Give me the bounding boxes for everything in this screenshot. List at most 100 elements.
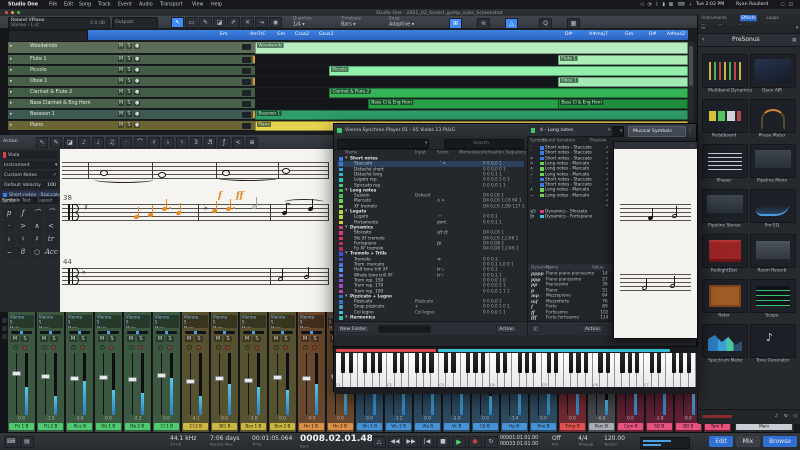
menu-item-track[interactable]: Track: [98, 2, 111, 8]
black-key[interactable]: [393, 353, 397, 373]
plugin-tile-redlightdist[interactable]: RedlightDist: [702, 234, 748, 275]
black-key[interactable]: [679, 353, 683, 373]
channel-label[interactable]: Bsn 1 B: [241, 423, 266, 430]
track-header-woodwinds[interactable]: ▸WoodwindsMS●: [8, 42, 255, 54]
score-action-dropdown[interactable]: Action: [3, 138, 18, 143]
channel-label[interactable]: Flt 1 B: [9, 423, 34, 430]
score-symbol-8[interactable]: 8: [17, 247, 29, 258]
clip-lane-oboe-1[interactable]: Oboe 1: [255, 77, 688, 87]
spotlight-icon[interactable]: ○: [781, 2, 785, 8]
mute-button[interactable]: M: [118, 123, 124, 128]
clip-lane-piccolo[interactable]: Piccolo: [255, 66, 688, 76]
mute-button[interactable]: M: [118, 68, 124, 73]
pointer-icon[interactable]: ↖: [36, 137, 48, 148]
plugin-thumbnail[interactable]: [702, 99, 748, 133]
collapse-caret-icon[interactable]: ▸: [10, 111, 12, 116]
monitor-knob[interactable]: [42, 345, 47, 350]
musical-symbols-button[interactable]: Musical Symbols: [628, 126, 686, 137]
column-header-name[interactable]: Name: [345, 150, 357, 155]
black-key[interactable]: [481, 353, 485, 373]
range-tool-icon[interactable]: ▭: [185, 17, 198, 28]
fader-handle[interactable]: [244, 378, 253, 383]
pan-thumb[interactable]: [20, 331, 23, 334]
plugin-tile-phaser[interactable]: Phaser: [702, 144, 748, 185]
black-key[interactable]: [576, 353, 580, 373]
pan-control[interactable]: [11, 331, 32, 334]
record-knob[interactable]: [225, 345, 230, 350]
musical-symbols-window-header[interactable]: ⋮: [614, 142, 697, 149]
browser-tab-loops[interactable]: Loops: [765, 15, 780, 21]
score-symbol--[interactable]: <: [45, 221, 57, 232]
channel-label[interactable]: Tam B: [705, 423, 730, 430]
black-key[interactable]: [547, 353, 551, 373]
solo-button[interactable]: S: [126, 90, 132, 95]
mute-button[interactable]: M: [40, 336, 48, 342]
filter-list-icon[interactable]: ≔: [701, 25, 706, 30]
plugin-thumbnail[interactable]: [750, 324, 796, 358]
insert-slot[interactable]: Vienna SMain: [96, 315, 121, 328]
plugin-tile-open-air[interactable]: Open AIR: [750, 54, 796, 95]
caret-down-icon[interactable]: ▾: [345, 250, 348, 256]
audio-clip[interactable]: Bass Cl & Eng Horn: [558, 99, 688, 109]
time-display[interactable]: 00:01:05.064: [252, 435, 292, 442]
monitor-knob[interactable]: [274, 345, 279, 350]
half-note-icon[interactable]: ♫: [106, 137, 118, 148]
clip-lane-bassoon-1[interactable]: Bassoon 1: [255, 110, 688, 120]
velocity-row[interactable]: Default Velocity 100: [2, 181, 58, 189]
black-key[interactable]: [598, 353, 602, 373]
clip-lane-clarinet-flute-2[interactable]: Clarinet & Flute 2: [255, 88, 688, 98]
pan-thumb[interactable]: [281, 331, 284, 334]
preview-loop-icon[interactable]: ↻: [784, 413, 788, 418]
mixer-strip-bcl-b[interactable]: Vienna SMainMS0.0BCl B: [211, 312, 239, 432]
channel-label[interactable]: BCl B: [212, 423, 237, 430]
solo-button[interactable]: S: [126, 101, 132, 106]
solo-button[interactable]: S: [126, 57, 132, 62]
caret-down-icon[interactable]: ▾: [345, 224, 348, 230]
monitor-button[interactable]: ●: [134, 68, 140, 73]
mute-button[interactable]: M: [118, 90, 124, 95]
tab-symbols[interactable]: Symbols: [2, 198, 15, 203]
record-knob[interactable]: [138, 345, 143, 350]
insert-slot[interactable]: Vienna SMain: [183, 315, 208, 328]
control-center-icon[interactable]: ◫: [789, 2, 794, 8]
plugin-tile-pedalboard[interactable]: Pedalboard: [702, 99, 748, 140]
mute-button[interactable]: M: [214, 336, 222, 342]
black-key[interactable]: [569, 353, 573, 373]
monitor-knob[interactable]: [71, 345, 76, 350]
monitor-button[interactable]: ●: [134, 101, 140, 106]
pan-control[interactable]: [185, 331, 206, 334]
pan-control[interactable]: [243, 331, 264, 334]
keyswitch-row[interactable]: fpDynamics - Fortepiano: [528, 214, 612, 219]
channel-label[interactable]: Perc B: [589, 423, 614, 430]
pan-thumb[interactable]: [165, 331, 168, 334]
menu-item-transport[interactable]: Transport: [160, 2, 183, 8]
dynamics-icon[interactable]: ƒ: [218, 137, 230, 148]
plugin-tile-pipeline-stereo[interactable]: Pipeline Stereo: [702, 189, 748, 230]
download-icon[interactable]: ⇣: [689, 2, 693, 8]
channel-label[interactable]: Cb B: [473, 423, 498, 430]
split-tool-icon[interactable]: ✎: [199, 17, 212, 28]
insert-slot[interactable]: Vienna SMain: [212, 315, 237, 328]
pan-thumb[interactable]: [107, 331, 110, 334]
bend-tool-icon[interactable]: ↝: [255, 17, 268, 28]
pan-control[interactable]: [40, 331, 61, 334]
pencil-icon[interactable]: ✎: [50, 137, 62, 148]
record-knob[interactable]: [254, 345, 259, 350]
crescendo-icon[interactable]: <: [232, 137, 244, 148]
performance-meter[interactable]: [640, 437, 690, 449]
black-key[interactable]: [451, 353, 455, 373]
black-key[interactable]: [687, 353, 691, 373]
return-to-zero-icon[interactable]: |◀: [420, 436, 434, 448]
dyn-column-value[interactable]: Value: [592, 265, 604, 270]
preview-piano-icon[interactable]: ♪: [531, 325, 540, 333]
rewind-icon[interactable]: ◀◀: [388, 436, 402, 448]
zoom-icon[interactable]: ⊕: [246, 137, 258, 148]
mixer-strip-flt-1-b[interactable]: Vienna SMainMS0.0Flt 1 B: [8, 312, 36, 432]
fader-handle[interactable]: [302, 376, 311, 381]
browser-tab-instruments[interactable]: Instruments: [700, 15, 728, 21]
fast-forward-icon[interactable]: ▶▶: [404, 436, 418, 448]
black-key[interactable]: [341, 353, 345, 373]
insert-slot[interactable]: Vienna SMain: [125, 315, 150, 328]
channel-label[interactable]: Flt 2 B: [38, 423, 63, 430]
mute-button[interactable]: M: [301, 336, 309, 342]
